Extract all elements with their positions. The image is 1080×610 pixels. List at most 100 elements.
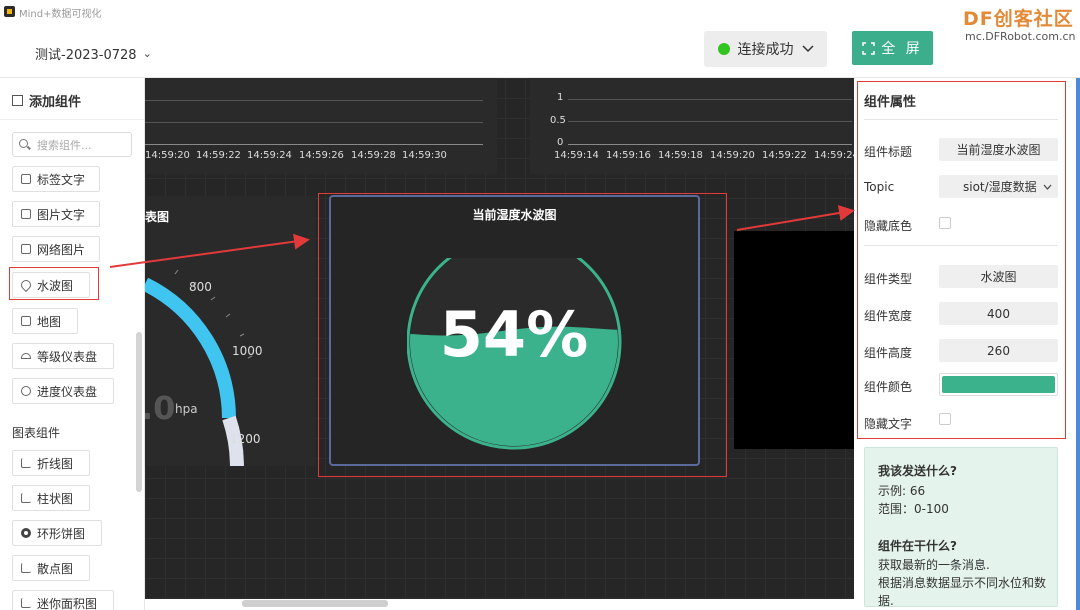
bar-chart-icon [21, 493, 31, 503]
component-item-label: 进度仪表盘 [37, 384, 98, 399]
component-item-level-gauge[interactable]: 等级仪表盘 [12, 343, 114, 369]
connection-status-label: 连接成功 [737, 42, 794, 58]
image-text-icon [21, 209, 31, 219]
y-tick-label: 1 [557, 92, 564, 103]
text-label-icon [21, 174, 31, 184]
gauge-tick-label: 800 [189, 280, 212, 294]
search-input[interactable] [35, 136, 131, 155]
fullscreen-label: 全 屏 [881, 41, 923, 57]
scatter-chart-icon [21, 563, 31, 573]
fullscreen-icon [862, 41, 876, 55]
x-tick-label: 14:59:20 [710, 150, 755, 161]
annotation-box-sidebar-item [9, 267, 99, 300]
component-list-icon [12, 95, 23, 106]
gauge-icon [21, 353, 31, 359]
component-item-label: 图片文字 [37, 207, 86, 222]
x-tick-label: 14:59:22 [196, 150, 241, 161]
status-dot-icon [717, 43, 730, 55]
component-item-bar-chart[interactable]: 柱状图 [12, 485, 90, 511]
watermark-url: mc.DFRobot.com.cn [965, 30, 1076, 43]
help-question-do: 组件在干什么? [878, 539, 957, 553]
component-item-map[interactable]: 地图 [12, 308, 78, 334]
component-sidebar: 添加组件 标签文字 图片文字 网络图片 水波图 地图 等级仪表盘 进度仪表盘 图… [0, 78, 145, 610]
line-chart-icon [21, 458, 31, 468]
x-tick-label: 14:59:14 [554, 150, 599, 161]
component-item-label: 等级仪表盘 [37, 349, 98, 364]
project-name-label: 测试-2023-0728 [35, 48, 137, 63]
chevron-down-icon: ⌄ [142, 47, 152, 60]
title-bar: Mind+数据可视化 [0, 0, 1080, 24]
x-tick-label: 14:59:24 [247, 150, 292, 161]
component-item-label: 柱状图 [37, 491, 74, 506]
component-item-label: 网络图片 [37, 242, 86, 257]
grid-line [568, 121, 852, 122]
x-tick-label: 14:59:16 [606, 150, 651, 161]
grid-line [145, 100, 483, 101]
x-tick-label: 14:59:30 [402, 150, 447, 161]
chevron-down-icon [801, 45, 814, 53]
x-axis-line [145, 144, 483, 145]
progress-gauge-icon [21, 386, 31, 396]
help-desc-line: 据. [878, 594, 894, 608]
window-edge [1076, 78, 1080, 610]
gauge-widget[interactable]: 表图 800 1000 1200 .0 hpa [145, 196, 315, 466]
component-item-label: 折线图 [37, 456, 74, 471]
annotation-box-properties [857, 81, 1066, 439]
x-tick-label: 14:59:28 [351, 150, 396, 161]
line-chart-widget-left[interactable]: 14:59:20 14:59:22 14:59:24 14:59:26 14:5… [145, 78, 497, 174]
gauge-value: .0 [145, 389, 176, 427]
x-tick-label: 14:59:26 [299, 150, 344, 161]
area-chart-icon [21, 598, 31, 608]
line-chart-widget-right[interactable]: 1 0.5 0 14:59:14 14:59:16 14:59:18 14:59… [530, 78, 854, 174]
component-item-donut-chart[interactable]: 环形饼图 [12, 520, 102, 546]
y-tick-label: 0.5 [550, 115, 566, 126]
connection-status-dropdown[interactable]: 连接成功 [704, 31, 827, 67]
search-box [12, 132, 132, 157]
help-desc-line: 获取最新的一条消息. [878, 558, 990, 572]
gauge-tick-label: 1200 [230, 432, 261, 446]
component-item-label: 地图 [37, 314, 62, 329]
component-item-label: 标签文字 [37, 172, 86, 187]
help-question-send: 我该发送什么? [878, 464, 957, 478]
project-selector[interactable]: 测试-2023-0728 ⌄ [35, 44, 152, 63]
sidebar-title: 添加组件 [12, 91, 81, 110]
black-widget[interactable] [734, 231, 854, 449]
canvas-horizontal-scrollbar[interactable] [242, 600, 388, 607]
annotation-box-widget [318, 193, 727, 477]
x-tick-label: 14:59:18 [658, 150, 703, 161]
component-item-scatter-chart[interactable]: 散点图 [12, 555, 90, 581]
component-item-label: 迷你面积图 [37, 596, 98, 610]
app-title: Mind+数据可视化 [19, 9, 102, 20]
x-tick-label: 14:59:24 [814, 150, 854, 161]
component-item-line-chart[interactable]: 折线图 [12, 450, 90, 476]
gauge-tick-label: 1000 [232, 344, 263, 358]
x-tick-label: 14:59:20 [145, 150, 190, 161]
sidebar-scrollbar[interactable] [136, 332, 142, 492]
component-item-progress-gauge[interactable]: 进度仪表盘 [12, 378, 114, 404]
grid-line [145, 122, 483, 123]
sidebar-title-label: 添加组件 [29, 95, 82, 110]
gauge-unit: hpa [175, 402, 198, 416]
y-tick-label: 0 [557, 137, 564, 148]
component-item-web-image[interactable]: 网络图片 [12, 236, 100, 262]
fullscreen-button[interactable]: 全 屏 [852, 31, 933, 65]
help-range: 范围：0-100 [878, 502, 949, 516]
component-item-label: 散点图 [37, 561, 74, 576]
web-image-icon [21, 244, 31, 254]
component-item-label: 环形饼图 [37, 526, 86, 541]
component-item-area-chart[interactable]: 迷你面积图 [12, 590, 114, 610]
x-axis-line [568, 144, 852, 145]
search-icon [19, 139, 28, 148]
watermark-brand: DF创客社区 [963, 8, 1074, 30]
map-icon [21, 316, 31, 326]
app-logo-icon [4, 6, 15, 17]
help-example: 示例: 66 [878, 484, 926, 498]
grid-line [568, 99, 852, 100]
component-item-image-text[interactable]: 图片文字 [12, 201, 100, 227]
divider [0, 119, 144, 120]
x-tick-label: 14:59:22 [762, 150, 807, 161]
component-item-text-label[interactable]: 标签文字 [12, 166, 100, 192]
help-desc-line: 根据消息数据显示不同水位和数 [878, 576, 1047, 590]
donut-chart-icon [21, 528, 31, 538]
chart-section-heading: 图表组件 [12, 426, 61, 440]
